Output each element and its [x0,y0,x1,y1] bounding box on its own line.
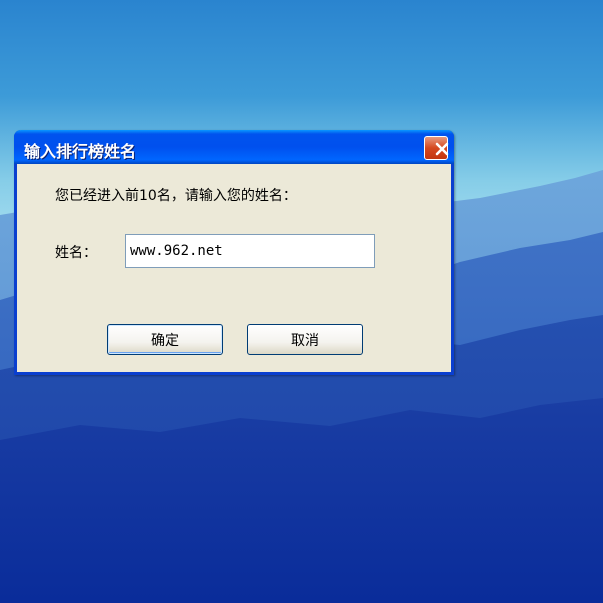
ok-button[interactable]: 确定 [107,324,223,355]
ranking-name-dialog: 输入排行榜姓名 您已经进入前10名，请输入您的姓名： 姓名： 确定 取消 [14,130,454,375]
close-button[interactable] [424,136,449,160]
cancel-button[interactable]: 取消 [247,324,363,355]
title-bar[interactable]: 输入排行榜姓名 [14,130,454,164]
close-icon [435,142,449,156]
name-label: 姓名： [55,245,97,261]
dialog-title: 输入排行榜姓名 [24,142,137,161]
name-input[interactable] [125,234,375,268]
prompt-text: 您已经进入前10名，请输入您的姓名： [55,188,297,204]
